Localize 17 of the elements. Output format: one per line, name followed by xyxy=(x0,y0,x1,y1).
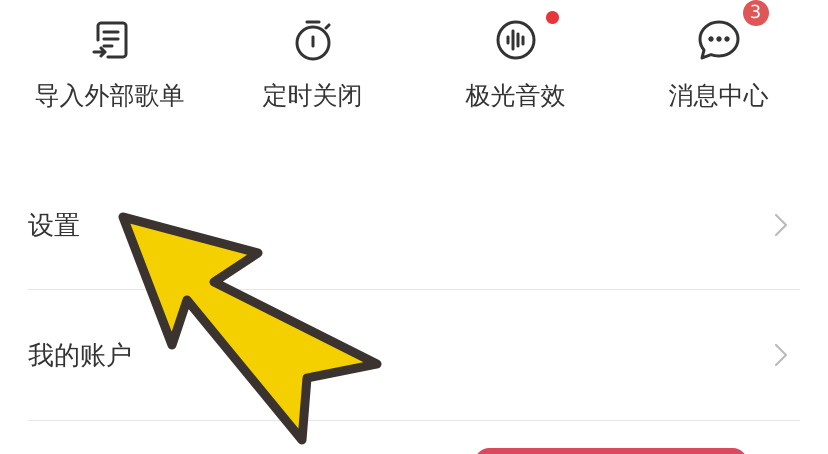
shortcut-item[interactable]: 定时关闭 xyxy=(211,0,414,111)
shortcut-label: 导入外部歌单 xyxy=(34,81,184,111)
menu-label: 我的账户 xyxy=(28,340,132,372)
shortcut-item[interactable]: 3 消息中心 xyxy=(617,0,820,111)
sound-wave-icon xyxy=(494,19,536,61)
shortcut-label: 极光音效 xyxy=(466,81,566,111)
chat-bubble-icon xyxy=(696,19,740,61)
shortcut-label: 定时关闭 xyxy=(262,81,362,111)
unread-count: 3 xyxy=(742,0,768,26)
chevron-right-icon xyxy=(774,343,788,367)
shortcut-label: 消息中心 xyxy=(668,81,768,111)
list-import-icon xyxy=(90,20,130,60)
shortcut-item[interactable]: 导入外部歌单 xyxy=(8,0,211,111)
shortcut-item[interactable]: 极光音效 xyxy=(414,0,617,111)
menu-label: 设置 xyxy=(28,210,80,242)
notification-dot xyxy=(546,11,558,24)
chevron-right-icon xyxy=(774,213,788,237)
